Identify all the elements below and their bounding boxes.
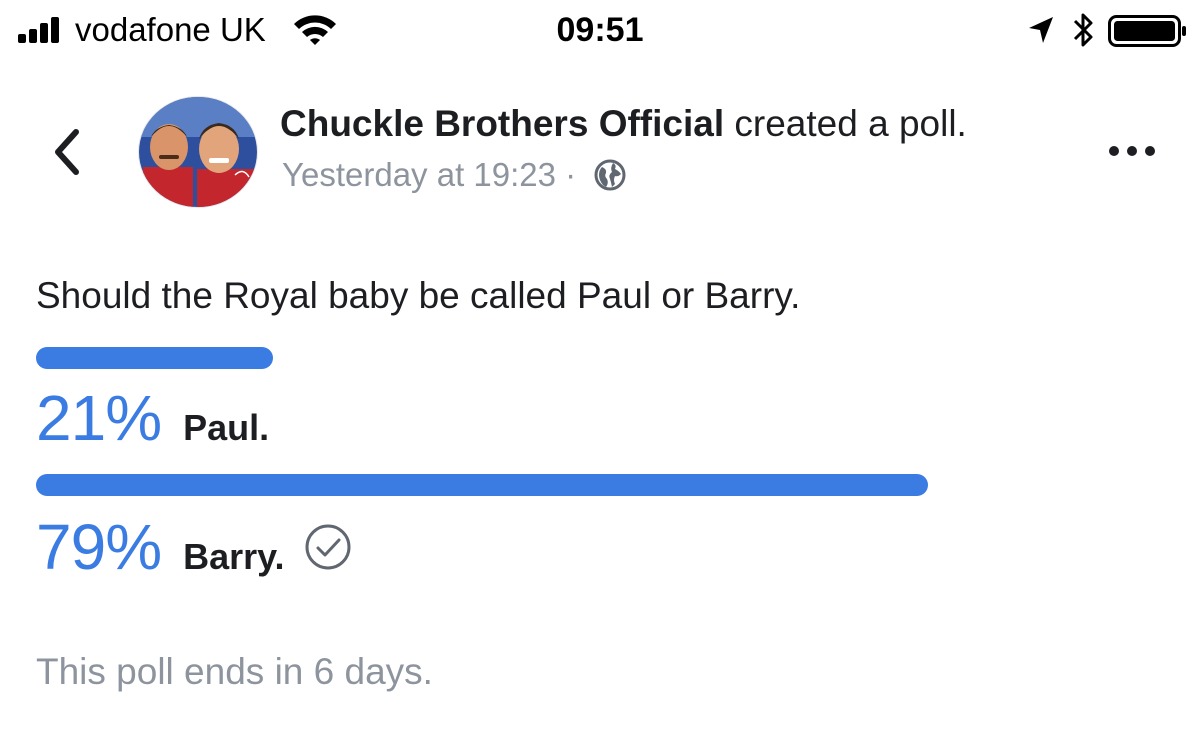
poll-bar-barry[interactable]	[36, 474, 928, 496]
battery-icon	[1108, 15, 1186, 47]
status-bar: vodafone UK 09:51	[0, 0, 1200, 62]
meta-separator: ·	[556, 156, 586, 193]
poll-question: Should the Royal baby be called Paul or …	[36, 275, 801, 316]
poll-percent: 21%	[36, 382, 162, 454]
location-arrow-icon	[1029, 17, 1053, 43]
poll-option-barry[interactable]: 79% Barry.	[36, 512, 352, 582]
bluetooth-icon	[1073, 13, 1093, 47]
author-name[interactable]: Chuckle Brothers Official	[280, 103, 724, 144]
screen: vodafone UK 09:51 Chuckle Brothers Offic…	[0, 0, 1200, 749]
poll-option-label: Paul.	[183, 407, 270, 448]
post-action: created a poll.	[724, 103, 967, 144]
avatar[interactable]	[138, 96, 258, 208]
author-line: Chuckle Brothers Official created a poll…	[280, 100, 967, 148]
post-timestamp[interactable]: Yesterday at 19:23	[282, 153, 556, 197]
clock: 09:51	[556, 11, 644, 49]
poll-bar-fill	[36, 474, 928, 496]
post-meta: Yesterday at 19:23 ·	[282, 153, 627, 197]
check-circle-icon	[305, 524, 351, 570]
globe-icon	[594, 159, 626, 191]
poll-option-label: Barry.	[183, 536, 285, 577]
poll-bar-paul[interactable]	[36, 347, 928, 369]
back-chevron-icon[interactable]	[44, 120, 94, 184]
more-options-icon[interactable]	[1104, 136, 1160, 166]
poll-option-paul[interactable]: 21% Paul.	[36, 383, 269, 453]
poll-end-note: This poll ends in 6 days.	[36, 651, 433, 692]
poll-percent: 79%	[36, 511, 162, 583]
poll-bar-fill	[36, 347, 274, 369]
